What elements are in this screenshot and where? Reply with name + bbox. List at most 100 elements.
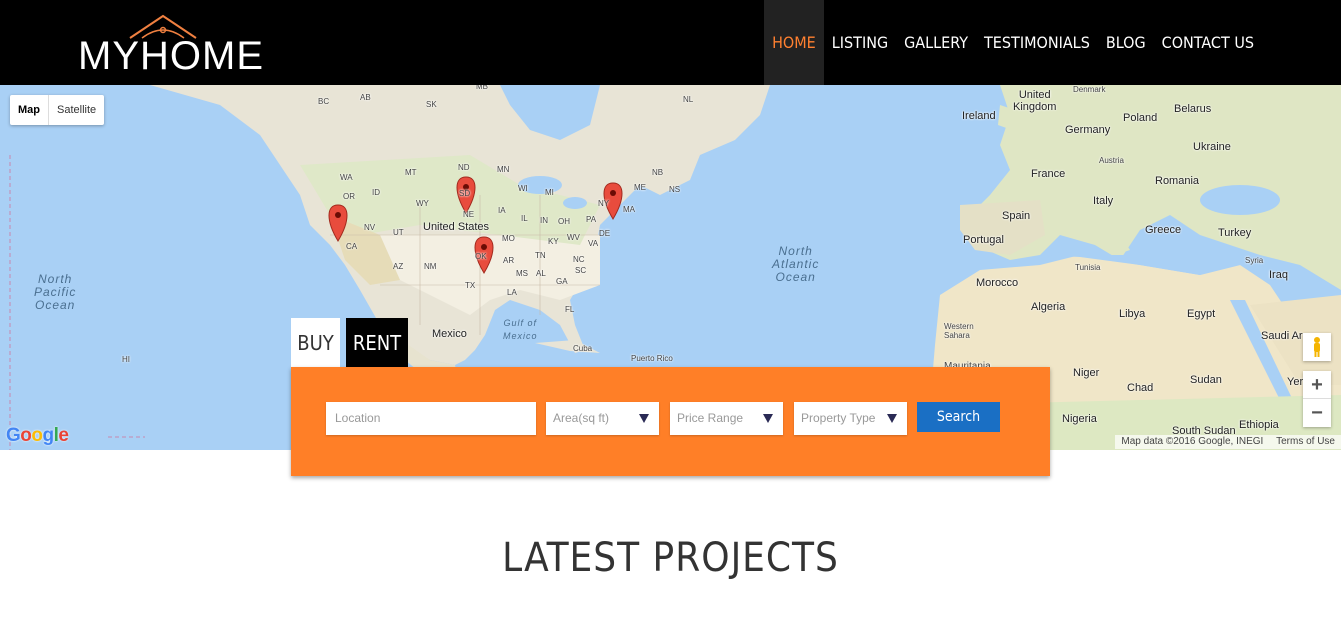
nav-item-home[interactable]: HOME — [764, 0, 824, 85]
map-label-ocean: North Atlantic Ocean — [772, 244, 820, 284]
map-label: AL — [536, 269, 546, 278]
map-label-country: Iraq — [1269, 269, 1288, 281]
map-label: IL — [521, 214, 528, 223]
map-label-country: Saudi Ar — [1261, 330, 1303, 342]
map-label: LA — [507, 288, 517, 297]
map-type-satellite-button[interactable]: Satellite — [49, 95, 104, 125]
map-label-country: Chad — [1127, 382, 1154, 394]
map-label: NC — [573, 255, 585, 264]
location-field[interactable] — [326, 402, 536, 435]
zoom-in-button[interactable]: + — [1303, 371, 1331, 399]
nav-item-blog[interactable]: BLOG — [1098, 0, 1154, 85]
area-select-label: Area(sq ft) — [553, 411, 610, 425]
property-search-panel: Area(sq ft) Price Range Property Type Se… — [291, 367, 1050, 476]
map-label-country: Algeria — [1031, 301, 1066, 313]
map-label-country: Sudan — [1190, 374, 1222, 386]
map-label: MI — [545, 188, 554, 197]
map-label-country: Germany — [1065, 124, 1111, 136]
map-label-country: Puerto Rico — [631, 354, 673, 363]
map-label-sea: Gulf of Mexico — [503, 318, 538, 341]
map-label-country: United States — [423, 221, 490, 233]
price-range-select-label: Price Range — [677, 411, 744, 425]
site-logo[interactable]: MYHOME — [78, 12, 268, 78]
map-label-country: Belarus — [1174, 103, 1212, 115]
map-label: IA — [498, 206, 506, 215]
nav-item-gallery[interactable]: GALLERY — [896, 0, 976, 85]
map-label: NL — [683, 95, 694, 104]
map-data-credit: Map data ©2016 Google, INEGI — [1121, 436, 1264, 447]
map-label-country: Libya — [1119, 308, 1146, 320]
street-view-pegman-icon[interactable] — [1303, 333, 1331, 361]
map-label-country: Italy — [1093, 195, 1114, 207]
search-button[interactable]: Search — [917, 402, 1000, 432]
map-label: UT — [393, 228, 404, 237]
map-label: TN — [535, 251, 546, 260]
latest-projects-title: LATEST PROJECTS — [502, 535, 839, 581]
map-label: NV — [364, 223, 376, 232]
map-label: DE — [599, 229, 611, 238]
map-label-country: Morocco — [976, 277, 1019, 289]
map-label: CA — [346, 242, 358, 251]
price-range-select[interactable]: Price Range — [670, 402, 783, 435]
map-label: FL — [565, 305, 575, 314]
nav-item-contact-us[interactable]: CONTACT US — [1154, 0, 1262, 85]
map-type-map-button[interactable]: Map — [10, 95, 49, 125]
map-label: HI — [122, 355, 130, 364]
tab-rent[interactable]: RENT — [346, 318, 408, 367]
map-label: NS — [669, 185, 681, 194]
google-logo[interactable]: Google — [6, 425, 69, 447]
map-label-country: Tunisia — [1075, 263, 1101, 272]
map-label: WA — [340, 173, 353, 182]
map-label: NY — [598, 199, 610, 208]
location-input[interactable] — [333, 410, 527, 426]
map-label-country: Cuba — [573, 344, 593, 353]
map-type-control: Map Satellite — [10, 95, 105, 125]
map-label-country: Syria — [1245, 256, 1264, 265]
map-label: SK — [426, 100, 437, 109]
map-label: OK — [475, 252, 487, 261]
area-select[interactable]: Area(sq ft) — [546, 402, 659, 435]
map-label: NM — [424, 262, 437, 271]
map-label: TX — [465, 281, 476, 290]
site-header: MYHOME HOME LISTING GALLERY TESTIMONIALS… — [0, 0, 1341, 85]
map-label-country: United Kingdom — [1013, 89, 1057, 113]
map-label-country: Ethiopia — [1239, 419, 1279, 431]
map-label: WI — [518, 184, 528, 193]
map-label-country: Ireland — [962, 110, 996, 122]
map-label-country: Ukraine — [1193, 141, 1231, 153]
map-label: AB — [360, 93, 371, 102]
nav-item-testimonials[interactable]: TESTIMONIALS — [976, 0, 1098, 85]
map-label: WV — [567, 233, 580, 242]
map-label: MN — [497, 165, 510, 174]
map-label-country: Greece — [1145, 224, 1182, 236]
map-label-ocean: North Pacific Ocean — [34, 272, 77, 312]
map-label-country: Niger — [1073, 367, 1100, 379]
map-label: AR — [503, 256, 515, 265]
nav-item-listing[interactable]: LISTING — [824, 0, 896, 85]
property-type-select[interactable]: Property Type — [794, 402, 907, 435]
map-label: KY — [548, 237, 559, 246]
map-label-country: Egypt — [1187, 308, 1216, 320]
logo-text: MYHOME — [78, 34, 264, 78]
map-label: ME — [634, 183, 646, 192]
map-label-country: Turkey — [1218, 227, 1252, 239]
map-label-country: Western Sahara — [944, 322, 974, 340]
map-label: VA — [588, 239, 599, 248]
map-label: MO — [502, 234, 515, 243]
map-label: MS — [516, 269, 528, 278]
map-label: NE — [463, 210, 475, 219]
map-label: NB — [652, 168, 664, 177]
terms-of-use-link[interactable]: Terms of Use — [1276, 436, 1335, 447]
zoom-out-button[interactable]: − — [1303, 399, 1331, 427]
map-label: ID — [372, 188, 380, 197]
map-label: ND — [458, 163, 470, 172]
property-type-select-label: Property Type — [801, 411, 876, 425]
map-label: OR — [343, 192, 355, 201]
main-nav: HOME LISTING GALLERY TESTIMONIALS BLOG C… — [764, 0, 1341, 85]
map-attribution: Map data ©2016 Google, INEGI Terms of Us… — [1115, 435, 1341, 449]
map-label: MT — [405, 168, 417, 177]
map-label-country: Portugal — [963, 234, 1004, 246]
map-label-country: Nigeria — [1062, 413, 1097, 425]
tab-buy[interactable]: BUY — [291, 318, 340, 367]
map-label: SD — [459, 189, 471, 198]
